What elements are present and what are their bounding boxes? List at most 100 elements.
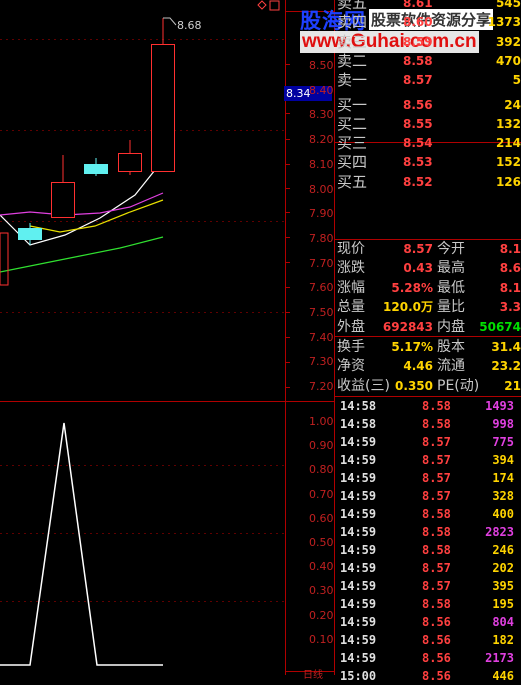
tick-price: 8.56: [422, 615, 451, 629]
tick-volume: 2173: [485, 651, 514, 665]
tick-volume: 246: [492, 543, 514, 557]
tick-price: 8.57: [422, 579, 451, 593]
info-value: 0.350: [395, 378, 433, 393]
info-label: 流通: [437, 358, 465, 375]
price-axis-label: 7.90: [309, 207, 334, 221]
price-axis-label: 8.00: [309, 182, 334, 196]
tick-time: 14:59: [340, 525, 377, 539]
level-volume: 214: [495, 136, 521, 151]
info-value: 3.3: [499, 300, 521, 315]
info-value: 8.1: [499, 242, 521, 256]
tick-time: 15:00: [340, 669, 377, 683]
tick-price: 8.57: [422, 435, 451, 449]
tick-row: 14:59 8.58 2823: [340, 523, 521, 541]
level-price: 8.53: [403, 155, 433, 170]
tick-row: 14:59 8.56 2173: [340, 649, 521, 667]
tick-time: 14:59: [340, 561, 377, 575]
high-price-label: 8.68: [177, 19, 202, 32]
price-axis-label: 7.30: [309, 355, 334, 369]
tick-price: 8.58: [422, 417, 451, 431]
candles: [0, 17, 177, 286]
info-row: 净资 4.46 流通 23.2: [337, 357, 521, 376]
tick-row: 14:59 8.56 182: [340, 631, 521, 649]
indicator-line: [0, 422, 163, 666]
tick-volume: 395: [492, 579, 514, 593]
tick-volume: 328: [492, 489, 514, 503]
tick-row: 14:59 8.57 174: [340, 469, 521, 487]
bid-row: 买五 8.52 126: [337, 172, 521, 192]
tick-volume: 400: [492, 507, 514, 521]
indicator-axis-label: 0.90: [309, 439, 334, 453]
level-price: 8.52: [403, 174, 433, 189]
level-price: 8.61: [403, 0, 433, 10]
tick-price: 8.57: [422, 453, 451, 467]
level-label: 买二: [337, 114, 368, 133]
indicator-axis-label: 0.60: [309, 511, 334, 525]
tick-price: 8.56: [422, 669, 451, 683]
tick-time: 14:59: [340, 633, 377, 647]
tick-time: 14:59: [340, 579, 377, 593]
info-label: PE(动): [437, 377, 480, 394]
level-label: 买四: [337, 153, 368, 172]
price-axis-label: 8.10: [309, 157, 334, 171]
level-volume: 392: [495, 34, 521, 49]
level-volume: 470: [495, 53, 521, 68]
info-value: 8.6: [499, 261, 521, 276]
tick-row: 14:59 8.58 246: [340, 541, 521, 559]
level-price: 8.55: [403, 116, 433, 131]
tick-volume: 1493: [485, 399, 514, 413]
level-price: 8.60: [403, 15, 433, 30]
info-value: 8.1: [499, 280, 521, 295]
bid-row: 买四 8.53 152: [337, 152, 521, 172]
info-label: 换手: [337, 339, 365, 355]
tick-price: 8.58: [422, 543, 451, 557]
price-axis-label: 8.40: [309, 83, 334, 97]
level-price: 8.56: [403, 97, 433, 112]
info-value: 21: [504, 378, 521, 393]
indicator-axis-label: 0.40: [309, 560, 334, 574]
info-value: 4.46: [403, 359, 433, 374]
tick-price: 8.57: [422, 471, 451, 485]
tick-volume: 998: [492, 417, 514, 431]
tick-volume: 2823: [485, 525, 514, 539]
tick-row: 14:59 8.57 395: [340, 577, 521, 595]
tick-row: 14:59 8.57 328: [340, 487, 521, 505]
indicator-axis-label: 0.80: [309, 463, 334, 477]
level-label: 卖一: [337, 71, 368, 90]
tick-volume: 174: [492, 471, 514, 485]
info-label: 涨跌: [337, 260, 365, 277]
period-label[interactable]: 日线: [303, 666, 323, 681]
bid-row: 买三 8.54 214: [337, 133, 521, 153]
tick-time: 14:59: [340, 597, 377, 611]
ask-row: 卖四 8.60 1373: [337, 12, 521, 32]
price-axis-label: 7.80: [309, 231, 334, 245]
info-row: 现价 8.57 今开 8.1: [337, 240, 521, 259]
tick-price: 8.58: [422, 525, 451, 539]
level-volume: 1373: [487, 15, 521, 30]
info-value: 50674: [479, 319, 521, 334]
info-row: 涨幅 5.28% 最低 8.1: [337, 279, 521, 298]
level-volume: 545: [495, 0, 521, 10]
level-price: 8.57: [403, 73, 433, 88]
info-value: 120.0万: [383, 300, 433, 315]
level-volume: 5: [512, 73, 521, 88]
ask-row: 卖一 8.57 5: [337, 70, 521, 90]
info-value: 692843: [382, 319, 433, 334]
tick-volume: 775: [492, 435, 514, 449]
level-label: 买五: [337, 172, 368, 191]
info-label: 量比: [437, 299, 465, 316]
indicator-axis-label: 0.50: [309, 536, 334, 549]
tick-row: 14:59 8.58 400: [340, 505, 521, 523]
level-volume: 132: [495, 116, 521, 131]
tick-volume: 446: [492, 669, 514, 683]
indicator-axis-label: 0.30: [309, 584, 334, 598]
tick-time: 14:59: [340, 507, 377, 521]
level-label: 卖五: [337, 0, 368, 12]
bid-row: 买二 8.55 132: [337, 114, 521, 134]
indicator-axis-label: 0.10: [309, 632, 334, 646]
tick-row: 14:59 8.56 804: [340, 613, 521, 631]
level-volume: 152: [495, 155, 521, 170]
tick-time: 14:59: [340, 489, 377, 503]
tick-volume: 804: [492, 615, 514, 629]
tick-row: 14:59 8.57 202: [340, 559, 521, 577]
